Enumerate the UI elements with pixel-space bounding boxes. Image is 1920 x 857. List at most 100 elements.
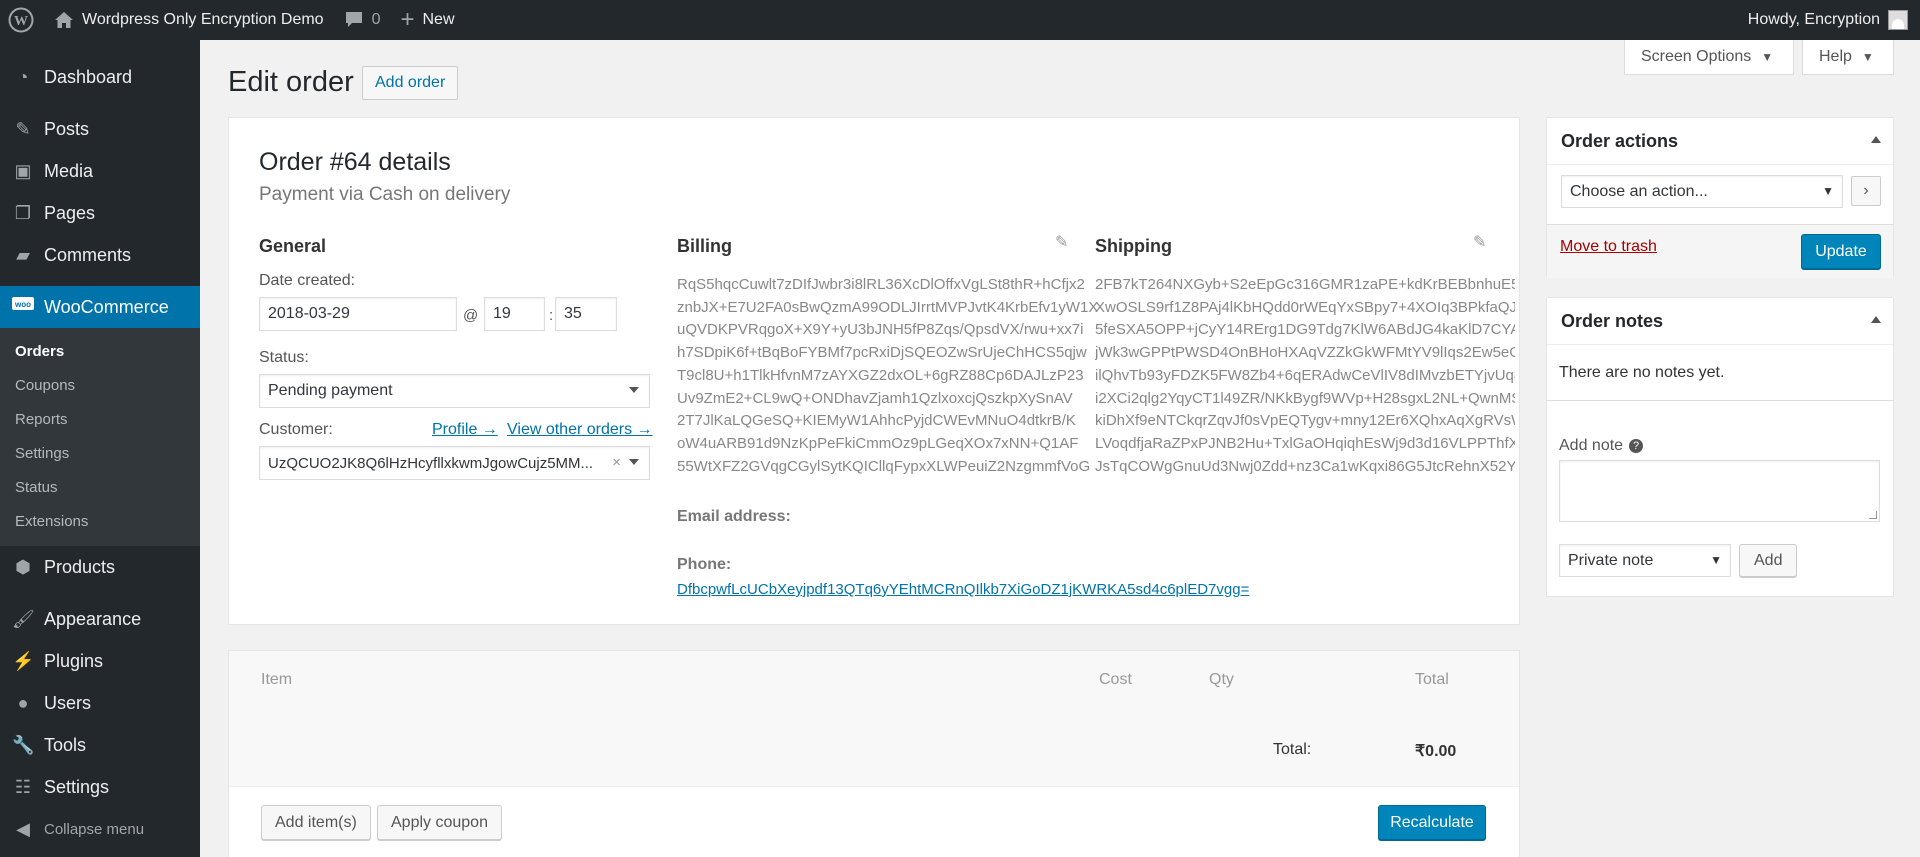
column-qty: Qty <box>1209 671 1234 688</box>
general-title: General <box>259 236 327 256</box>
plug-icon: ⚡ <box>12 650 35 671</box>
help-label: Help <box>1819 48 1852 65</box>
menu-label: Media <box>44 160 94 181</box>
new-label: New <box>422 11 455 28</box>
screen-options-label: Screen Options <box>1641 48 1752 65</box>
hour-input[interactable]: 19 <box>484 297 545 331</box>
admin-bar: W Wordpress Only Encryption Demo 0 + New… <box>0 0 1920 40</box>
menu-appearance[interactable]: 🖌 Appearance <box>0 598 200 640</box>
total-value: ₹0.00 <box>1415 743 1457 760</box>
menu-label: Products <box>44 556 116 577</box>
resize-handle-icon[interactable] <box>1869 511 1877 519</box>
menu-plugins[interactable]: ⚡ Plugins <box>0 640 200 682</box>
column-total: Total <box>1415 671 1449 688</box>
total-label: Total: <box>1273 741 1312 758</box>
submenu-reports[interactable]: Reports <box>0 402 200 436</box>
minute-input[interactable]: 35 <box>555 297 617 331</box>
pages-icon: ❐ <box>14 202 32 223</box>
profile-link[interactable]: Profile → <box>432 421 498 439</box>
shipping-line: 2FB7kT264NXGyb+S2eEpGc316GMR1zaPE+kdKrBE… <box>1095 276 1515 293</box>
comments-count: 0 <box>371 11 381 28</box>
wp-logo-menu[interactable]: W <box>0 0 44 40</box>
order-action-select[interactable]: Choose an action... ▼ <box>1561 175 1843 208</box>
order-notes-title: Order notes <box>1561 310 1664 331</box>
add-items-button[interactable]: Add item(s) <box>261 805 371 840</box>
menu-tools[interactable]: 🔧 Tools <box>0 724 200 766</box>
caret-down-icon: ▼ <box>1761 50 1774 64</box>
collapse-menu[interactable]: ◀ Collapse menu <box>0 808 200 850</box>
site-name-menu[interactable]: Wordpress Only Encryption Demo <box>44 0 334 40</box>
order-items-panel: Item Cost Qty Total Total: ₹0.00 Add ite… <box>228 650 1520 857</box>
new-content-menu[interactable]: + New <box>390 0 464 40</box>
menu-comments[interactable]: ▰ Comments <box>0 234 200 276</box>
customer-label: Customer: <box>259 421 333 438</box>
submenu-orders[interactable]: Orders <box>0 334 200 368</box>
menu-media[interactable]: ▣ Media <box>0 150 200 192</box>
move-to-trash-link[interactable]: Move to trash <box>1560 238 1657 256</box>
order-actions-panel: Order actions Choose an action... ▼ › Mo… <box>1546 117 1894 278</box>
menu-label: Plugins <box>44 650 104 671</box>
submenu-coupons[interactable]: Coupons <box>0 368 200 402</box>
chevron-down-icon <box>629 459 639 465</box>
comments-menu[interactable]: 0 <box>334 0 391 40</box>
apply-coupon-button[interactable]: Apply coupon <box>377 805 502 840</box>
comment-bubble-icon <box>344 11 364 29</box>
menu-products[interactable]: ⬢ Products <box>0 546 200 588</box>
shipping-line: LVoqdfjaRaZPxPJNB2Hu+TxlGaOHqiqhEsWj9d3d… <box>1095 434 1515 452</box>
order-action-placeholder: Choose an action... <box>1570 182 1708 200</box>
email-address-label: Email address: <box>677 508 791 525</box>
collapse-toggle-icon[interactable] <box>1871 316 1881 323</box>
svg-text:woo: woo <box>14 300 31 309</box>
clear-icon[interactable]: × <box>612 454 621 471</box>
submenu-extensions[interactable]: Extensions <box>0 504 200 538</box>
billing-line: znbJX+E7U2FA0sBwQzmA99ODLJIrrtMVPJvtK4Kr… <box>677 298 1097 316</box>
menu-woocommerce[interactable]: woo WooCommerce <box>0 286 200 328</box>
customer-select[interactable]: UzQCUO2JK8Q6lHzHcyfllxkwmJgowCujz5MM... … <box>259 446 650 480</box>
screen-options-tab[interactable]: Screen Options ▼ <box>1624 40 1794 75</box>
phone-label: Phone: <box>677 556 732 573</box>
view-other-orders-link[interactable]: View other orders → <box>507 421 653 439</box>
order-actions-header[interactable]: Order actions <box>1547 118 1893 165</box>
update-button[interactable]: Update <box>1801 234 1881 269</box>
note-textarea[interactable] <box>1559 460 1880 522</box>
shipping-address: 2FB7kT264NXGyb+S2eEpGc316GMR1zaPE+kdKrBE… <box>1095 274 1515 478</box>
add-note-button[interactable]: Add <box>1739 544 1798 577</box>
note-type-select[interactable]: Private note ▼ <box>1559 544 1731 577</box>
brush-icon: 🖌 <box>12 608 35 629</box>
date-created-input[interactable]: 2018-03-29 <box>259 297 457 331</box>
my-account-menu[interactable]: Howdy, Encryption <box>1748 10 1920 30</box>
billing-line: Uv9ZmE2+CL9wQ+ONDhavZjamh1QzlxoxcjQszkpX… <box>677 389 1073 407</box>
pin-icon: ✎ <box>15 118 31 139</box>
billing-line: RqS5hqcCuwlt7zDIfJwbr3i8lRL36XcDlOffxVgL… <box>677 276 1085 293</box>
edit-billing-pencil-icon[interactable]: ✎ <box>1055 232 1068 252</box>
recalculate-button[interactable]: Recalculate <box>1378 805 1486 840</box>
menu-dashboard[interactable]: ◔ Dashboard <box>0 56 200 98</box>
caret-down-icon: ▼ <box>1861 50 1874 64</box>
menu-label: Posts <box>44 118 90 139</box>
billing-address: RqS5hqcCuwlt7zDIfJwbr3i8lRL36XcDlOffxVgL… <box>677 274 1097 478</box>
billing-line: oW4uARB91d9NzKpPeFkiCmmOz9pLGeqXOx7xNN+Q… <box>677 434 1079 452</box>
collapse-toggle-icon[interactable] <box>1871 136 1881 143</box>
help-icon[interactable]: ? <box>1629 439 1644 453</box>
add-order-button[interactable]: Add order <box>362 66 459 100</box>
menu-users[interactable]: ● Users <box>0 682 200 724</box>
order-notes-header[interactable]: Order notes <box>1547 298 1893 345</box>
shipping-line: kiDhXf9eNTCkqrZqvJf0sVpEQTygv+mny12Er6XQ… <box>1095 412 1515 430</box>
status-select[interactable]: Pending payment <box>259 374 650 408</box>
phone-link[interactable]: DfbcpwfLcUCbXeyjpdf13QTq6yYEhtMCRnQIlkb7… <box>677 581 1249 598</box>
help-tab[interactable]: Help ▼ <box>1802 40 1894 75</box>
menu-posts[interactable]: ✎ Posts <box>0 108 200 150</box>
note-type-value: Private note <box>1568 551 1654 569</box>
submenu-settings[interactable]: Settings <box>0 436 200 470</box>
billing-line: 2T7JlKaLQGeSQ+KIEMyW1AhhcPyjdCWEvMNuO4dt… <box>677 412 1076 430</box>
edit-shipping-pencil-icon[interactable]: ✎ <box>1473 232 1486 252</box>
menu-pages[interactable]: ❐ Pages <box>0 192 200 234</box>
apply-action-button[interactable]: › <box>1851 176 1881 206</box>
submenu-status[interactable]: Status <box>0 470 200 504</box>
howdy-text: Howdy, Encryption <box>1747 11 1880 28</box>
menu-label: Pages <box>44 202 96 223</box>
users-icon: ● <box>17 692 29 713</box>
status-label: Status: <box>259 349 309 366</box>
menu-settings[interactable]: ☷ Settings <box>0 766 200 808</box>
order-notes-panel: Order notes There are no notes yet. Add … <box>1546 297 1894 597</box>
